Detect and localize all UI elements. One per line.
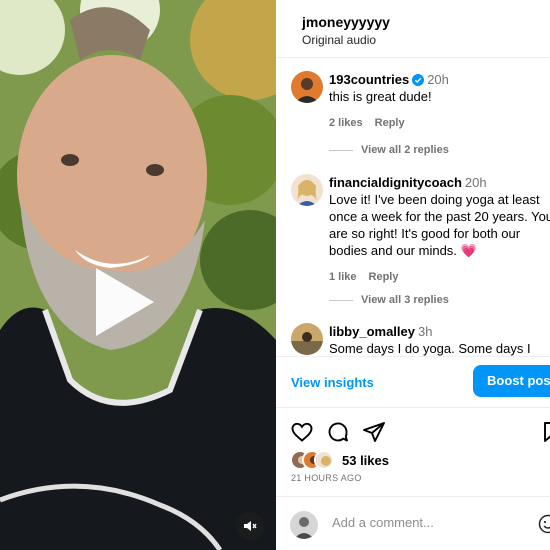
comment-text: Some days I do yoga. Some days I [329, 341, 531, 356]
comment-text: Love it! I've been doing yoga at least o… [329, 192, 550, 258]
comment-time: 20h [427, 72, 449, 87]
replies-divider [329, 149, 353, 151]
avatar[interactable] [291, 71, 323, 103]
view-insights-link[interactable]: View insights [291, 375, 374, 390]
bookmark-icon[interactable] [540, 420, 550, 444]
share-icon[interactable] [362, 420, 386, 444]
heart-icon[interactable] [290, 420, 314, 444]
likes-count[interactable]: 53 likes [342, 453, 389, 468]
comments-list[interactable]: 193countries 20h this is great dude! 2 li… [276, 58, 550, 356]
play-icon[interactable] [82, 262, 162, 342]
replies-divider [329, 299, 353, 301]
mute-button[interactable] [236, 512, 264, 540]
post-timestamp[interactable]: 21 HOURS AGO [291, 473, 362, 483]
avatar-image [291, 174, 323, 206]
avatar[interactable] [291, 323, 323, 355]
post-panel: jmoneyyyyyy Original audio 193countries 2… [276, 0, 550, 550]
comment-time: 20h [464, 175, 487, 190]
view-replies-button[interactable]: View all 3 replies [329, 294, 449, 306]
reply-button[interactable]: Reply [375, 117, 405, 129]
mute-icon [244, 521, 257, 531]
comment-username[interactable]: financialdignitycoach [329, 175, 462, 190]
insights-bar: View insights Boost post [276, 356, 550, 408]
avatar-image [291, 323, 323, 355]
comment-body: financialdignitycoach 20h Love it! I've b… [329, 174, 550, 283]
comment-body: libby_omalley 3h Some days I do yoga. Som… [329, 323, 550, 356]
comment-username[interactable]: libby_omalley [329, 324, 415, 339]
avatar[interactable] [291, 174, 323, 206]
comment-meta: 2 likes Reply [329, 117, 550, 129]
comment-text: this is great dude! [329, 89, 432, 104]
likes-row: 53 likes [290, 450, 550, 472]
comment-username[interactable]: 193countries [329, 72, 409, 87]
comment-time: 3h [417, 324, 433, 339]
comment-meta: 1 like Reply [329, 271, 550, 283]
post-header: jmoneyyyyyy Original audio [276, 0, 550, 58]
view-replies-label: View all 2 replies [361, 144, 449, 156]
boost-post-button[interactable]: Boost post [473, 365, 550, 397]
add-comment-bar [276, 496, 550, 550]
comment-likes[interactable]: 2 likes [329, 117, 363, 129]
author-username[interactable]: jmoneyyyyyy [302, 14, 390, 30]
comment-likes[interactable]: 1 like [329, 271, 357, 283]
view-replies-label: View all 3 replies [361, 294, 449, 306]
action-bar [290, 420, 550, 446]
comment-body: 193countries 20h this is great dude! 2 li… [329, 71, 550, 129]
add-comment-input[interactable] [332, 515, 522, 530]
liker-avatar[interactable] [314, 450, 334, 470]
emoji-icon[interactable] [538, 514, 550, 534]
avatar[interactable] [290, 511, 318, 539]
comment-icon[interactable] [326, 420, 350, 444]
audio-label[interactable]: Original audio [302, 33, 376, 47]
avatar-image [291, 71, 323, 103]
verified-icon [412, 74, 425, 86]
view-replies-button[interactable]: View all 2 replies [329, 144, 449, 156]
video-player[interactable] [0, 0, 276, 550]
reply-button[interactable]: Reply [369, 271, 399, 283]
